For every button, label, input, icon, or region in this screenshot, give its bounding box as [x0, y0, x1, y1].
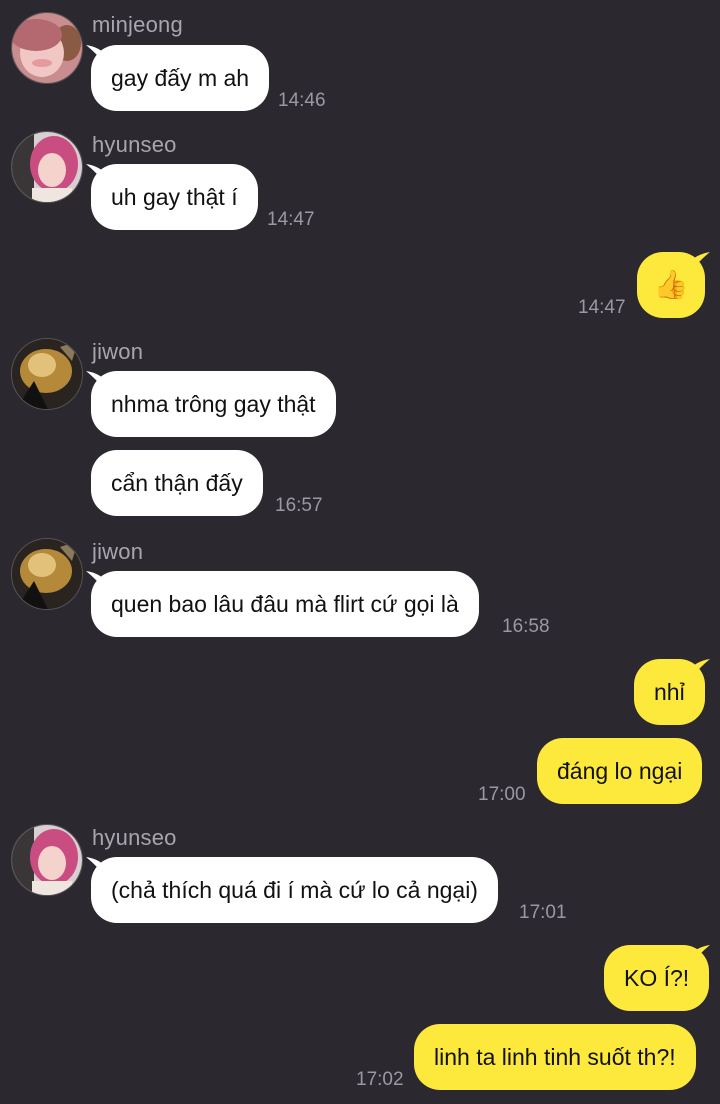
message-text: gay đấy m ah	[111, 65, 250, 91]
avatar-minjeong[interactable]	[11, 12, 83, 84]
message-bubble[interactable]: gay đấy m ah	[91, 45, 270, 111]
sender-name: jiwon	[92, 539, 144, 564]
message-time: 14:47	[267, 209, 315, 230]
message-text: (chả thích quá đi í mà cứ lo cả ngại)	[111, 877, 478, 903]
sender-name: hyunseo	[92, 825, 177, 850]
bubble-tail	[688, 659, 710, 681]
message-bubble[interactable]: nhma trông gay thật	[91, 371, 336, 437]
sender-name: jiwon	[92, 339, 144, 364]
message-text: linh ta linh tinh suốt th?!	[434, 1044, 676, 1070]
message-bubble[interactable]: (chả thích quá đi í mà cứ lo cả ngại)	[91, 857, 498, 923]
message-text: nhma trông gay thật	[111, 391, 316, 417]
avatar-hyunseo[interactable]	[11, 131, 83, 203]
message-time: 16:58	[502, 616, 550, 637]
bubble-tail	[86, 857, 108, 879]
avatar-hyunseo[interactable]	[11, 824, 83, 896]
message-text: uh gay thật í	[111, 184, 238, 210]
bubble-tail	[688, 252, 710, 274]
message-time: 16:57	[275, 495, 323, 516]
sender-name: hyunseo	[92, 132, 177, 157]
bubble-tail	[86, 45, 108, 67]
message-bubble[interactable]: quen bao lâu đâu mà flirt cứ gọi là	[91, 571, 479, 637]
message-text: quen bao lâu đâu mà flirt cứ gọi là	[111, 591, 459, 617]
bubble-tail	[86, 164, 108, 186]
message-text: KO Í?!	[624, 965, 690, 991]
message-time: 14:47	[578, 297, 626, 318]
message-bubble[interactable]: linh ta linh tinh suốt th?!	[414, 1024, 696, 1090]
message-text: nhỉ	[654, 679, 685, 705]
thumbs-up-icon: 👍	[653, 269, 689, 300]
message-bubble[interactable]: cẩn thận đấy	[91, 450, 263, 516]
message-time: 17:00	[478, 784, 526, 805]
message-time: 17:01	[519, 902, 567, 923]
message-time: 17:02	[356, 1069, 404, 1090]
message-text: đáng lo ngại	[557, 758, 683, 784]
message-bubble[interactable]: đáng lo ngại	[537, 738, 703, 804]
message-time: 14:46	[278, 90, 326, 111]
message-bubble[interactable]: uh gay thật í	[91, 164, 258, 230]
avatar-jiwon[interactable]	[11, 338, 83, 410]
avatar-jiwon[interactable]	[11, 538, 83, 610]
bubble-tail	[688, 945, 710, 967]
bubble-tail	[86, 571, 108, 593]
bubble-tail	[86, 371, 108, 393]
sender-name: minjeong	[92, 12, 183, 37]
message-text: cẩn thận đấy	[111, 470, 243, 496]
